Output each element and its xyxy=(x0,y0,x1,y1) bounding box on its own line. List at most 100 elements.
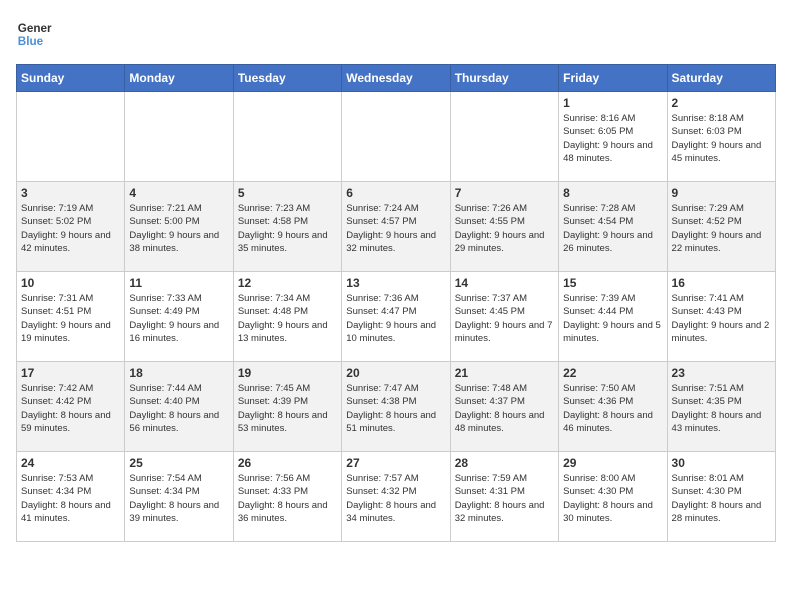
day-info: Sunrise: 8:01 AM Sunset: 4:30 PM Dayligh… xyxy=(672,472,771,525)
header-saturday: Saturday xyxy=(667,65,775,92)
calendar-cell: 20Sunrise: 7:47 AM Sunset: 4:38 PM Dayli… xyxy=(342,362,450,452)
day-number: 8 xyxy=(563,186,662,200)
logo: General Blue xyxy=(16,16,56,52)
header-row: SundayMondayTuesdayWednesdayThursdayFrid… xyxy=(17,65,776,92)
day-number: 10 xyxy=(21,276,120,290)
calendar-cell: 2Sunrise: 8:18 AM Sunset: 6:03 PM Daylig… xyxy=(667,92,775,182)
header-tuesday: Tuesday xyxy=(233,65,341,92)
calendar-cell: 14 Sunrise: 7:37 AM Sunset: 4:45 PM Dayli… xyxy=(450,272,558,362)
day-info: Sunrise: 7:54 AM Sunset: 4:34 PM Dayligh… xyxy=(129,472,228,525)
calendar-cell: 13 Sunrise: 7:36 AM Sunset: 4:47 PM Dayli… xyxy=(342,272,450,362)
day-number: 9 xyxy=(672,186,771,200)
header-wednesday: Wednesday xyxy=(342,65,450,92)
calendar-cell xyxy=(125,92,233,182)
day-info: Sunrise: 7:33 AM Sunset: 4:49 PM Dayligh… xyxy=(129,292,228,345)
day-info: Sunrise: 7:28 AM Sunset: 4:54 PM Dayligh… xyxy=(563,202,662,255)
day-number: 29 xyxy=(563,456,662,470)
day-info: Sunrise: 7:51 AM Sunset: 4:35 PM Dayligh… xyxy=(672,382,771,435)
day-number: 12 xyxy=(238,276,337,290)
day-info: Sunrise: 7:23 AM Sunset: 4:58 PM Dayligh… xyxy=(238,202,337,255)
day-info: Sunrise: 7:41 AM Sunset: 4:43 PM Dayligh… xyxy=(672,292,771,345)
day-number: 7 xyxy=(455,186,554,200)
day-number: 27 xyxy=(346,456,445,470)
day-number: 24 xyxy=(21,456,120,470)
day-number: 16 xyxy=(672,276,771,290)
day-info: Sunrise: 7:21 AM Sunset: 5:00 PM Dayligh… xyxy=(129,202,228,255)
calendar-cell xyxy=(342,92,450,182)
calendar-cell xyxy=(233,92,341,182)
calendar-week-row: 24 Sunrise: 7:53 AM Sunset: 4:34 PM Dayli… xyxy=(17,452,776,542)
day-number: 20 xyxy=(346,366,445,380)
day-info: Sunrise: 7:44 AM Sunset: 4:40 PM Dayligh… xyxy=(129,382,228,435)
header-monday: Monday xyxy=(125,65,233,92)
day-number: 6 xyxy=(346,186,445,200)
calendar-table: SundayMondayTuesdayWednesdayThursdayFrid… xyxy=(16,64,776,542)
calendar-cell: 9 Sunrise: 7:29 AM Sunset: 4:52 PM Daylig… xyxy=(667,182,775,272)
day-info: Sunrise: 7:42 AM Sunset: 4:42 PM Dayligh… xyxy=(21,382,120,435)
day-info: Sunrise: 7:59 AM Sunset: 4:31 PM Dayligh… xyxy=(455,472,554,525)
day-number: 11 xyxy=(129,276,228,290)
calendar-cell: 30 Sunrise: 8:01 AM Sunset: 4:30 PM Dayli… xyxy=(667,452,775,542)
day-number: 17 xyxy=(21,366,120,380)
day-info: Sunrise: 7:26 AM Sunset: 4:55 PM Dayligh… xyxy=(455,202,554,255)
calendar-cell: 29 Sunrise: 8:00 AM Sunset: 4:30 PM Dayli… xyxy=(559,452,667,542)
calendar-cell: 12 Sunrise: 7:34 AM Sunset: 4:48 PM Dayli… xyxy=(233,272,341,362)
calendar-cell xyxy=(17,92,125,182)
day-number: 21 xyxy=(455,366,554,380)
day-info: Sunrise: 7:50 AM Sunset: 4:36 PM Dayligh… xyxy=(563,382,662,435)
header-friday: Friday xyxy=(559,65,667,92)
calendar-cell: 6 Sunrise: 7:24 AM Sunset: 4:57 PM Daylig… xyxy=(342,182,450,272)
day-number: 13 xyxy=(346,276,445,290)
calendar-cell: 28 Sunrise: 7:59 AM Sunset: 4:31 PM Dayli… xyxy=(450,452,558,542)
calendar-cell: 8 Sunrise: 7:28 AM Sunset: 4:54 PM Daylig… xyxy=(559,182,667,272)
svg-text:General: General xyxy=(18,22,52,35)
day-info: Sunrise: 8:16 AM Sunset: 6:05 PM Dayligh… xyxy=(563,112,662,165)
calendar-cell xyxy=(450,92,558,182)
calendar-week-row: 10 Sunrise: 7:31 AM Sunset: 4:51 PM Dayli… xyxy=(17,272,776,362)
calendar-cell: 21 Sunrise: 7:48 AM Sunset: 4:37 PM Dayli… xyxy=(450,362,558,452)
calendar-cell: 11 Sunrise: 7:33 AM Sunset: 4:49 PM Dayli… xyxy=(125,272,233,362)
day-number: 28 xyxy=(455,456,554,470)
calendar-cell: 5 Sunrise: 7:23 AM Sunset: 4:58 PM Daylig… xyxy=(233,182,341,272)
day-info: Sunrise: 7:34 AM Sunset: 4:48 PM Dayligh… xyxy=(238,292,337,345)
day-info: Sunrise: 7:31 AM Sunset: 4:51 PM Dayligh… xyxy=(21,292,120,345)
day-number: 1 xyxy=(563,96,662,110)
day-info: Sunrise: 7:29 AM Sunset: 4:52 PM Dayligh… xyxy=(672,202,771,255)
calendar-cell: 19 Sunrise: 7:45 AM Sunset: 4:39 PM Dayli… xyxy=(233,362,341,452)
day-number: 25 xyxy=(129,456,228,470)
day-info: Sunrise: 8:00 AM Sunset: 4:30 PM Dayligh… xyxy=(563,472,662,525)
header-thursday: Thursday xyxy=(450,65,558,92)
day-number: 15 xyxy=(563,276,662,290)
day-number: 19 xyxy=(238,366,337,380)
day-info: Sunrise: 7:53 AM Sunset: 4:34 PM Dayligh… xyxy=(21,472,120,525)
day-number: 30 xyxy=(672,456,771,470)
day-number: 3 xyxy=(21,186,120,200)
calendar-cell: 15Sunrise: 7:39 AM Sunset: 4:44 PM Dayli… xyxy=(559,272,667,362)
day-info: Sunrise: 8:18 AM Sunset: 6:03 PM Dayligh… xyxy=(672,112,771,165)
calendar-cell: 23Sunrise: 7:51 AM Sunset: 4:35 PM Dayli… xyxy=(667,362,775,452)
calendar-week-row: 1 Sunrise: 8:16 AM Sunset: 6:05 PM Daylig… xyxy=(17,92,776,182)
calendar-cell: 25 Sunrise: 7:54 AM Sunset: 4:34 PM Dayli… xyxy=(125,452,233,542)
day-info: Sunrise: 7:19 AM Sunset: 5:02 PM Dayligh… xyxy=(21,202,120,255)
day-info: Sunrise: 7:56 AM Sunset: 4:33 PM Dayligh… xyxy=(238,472,337,525)
day-number: 5 xyxy=(238,186,337,200)
day-number: 14 xyxy=(455,276,554,290)
calendar-cell: 17 Sunrise: 7:42 AM Sunset: 4:42 PM Dayli… xyxy=(17,362,125,452)
day-number: 4 xyxy=(129,186,228,200)
calendar-cell: 3 Sunrise: 7:19 AM Sunset: 5:02 PM Daylig… xyxy=(17,182,125,272)
svg-text:Blue: Blue xyxy=(18,35,44,48)
day-info: Sunrise: 7:36 AM Sunset: 4:47 PM Dayligh… xyxy=(346,292,445,345)
calendar-week-row: 17 Sunrise: 7:42 AM Sunset: 4:42 PM Dayli… xyxy=(17,362,776,452)
day-number: 18 xyxy=(129,366,228,380)
day-info: Sunrise: 7:37 AM Sunset: 4:45 PM Dayligh… xyxy=(455,292,554,345)
day-info: Sunrise: 7:45 AM Sunset: 4:39 PM Dayligh… xyxy=(238,382,337,435)
calendar-cell: 27 Sunrise: 7:57 AM Sunset: 4:32 PM Dayli… xyxy=(342,452,450,542)
calendar-cell: 22Sunrise: 7:50 AM Sunset: 4:36 PM Dayli… xyxy=(559,362,667,452)
day-info: Sunrise: 7:57 AM Sunset: 4:32 PM Dayligh… xyxy=(346,472,445,525)
calendar-cell: 1 Sunrise: 8:16 AM Sunset: 6:05 PM Daylig… xyxy=(559,92,667,182)
logo-icon: General Blue xyxy=(16,16,52,52)
calendar-cell: 24 Sunrise: 7:53 AM Sunset: 4:34 PM Dayli… xyxy=(17,452,125,542)
day-info: Sunrise: 7:48 AM Sunset: 4:37 PM Dayligh… xyxy=(455,382,554,435)
calendar-week-row: 3 Sunrise: 7:19 AM Sunset: 5:02 PM Daylig… xyxy=(17,182,776,272)
day-info: Sunrise: 7:24 AM Sunset: 4:57 PM Dayligh… xyxy=(346,202,445,255)
